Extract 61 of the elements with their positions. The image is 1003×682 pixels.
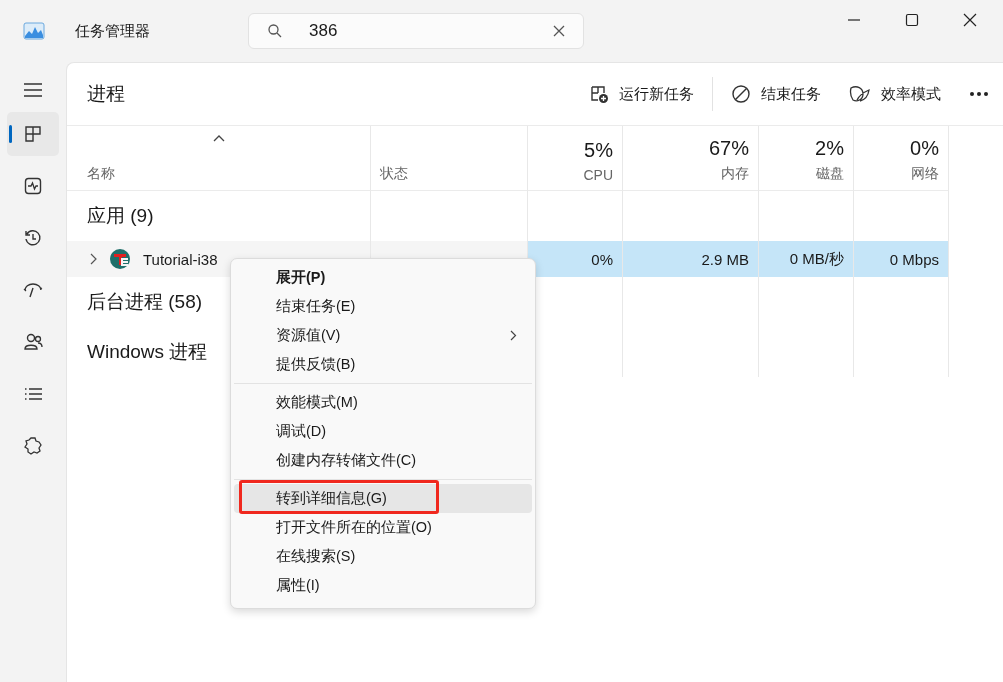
column-header[interactable]: 0% 网络 [854, 126, 949, 191]
clear-icon[interactable] [553, 25, 565, 37]
menu-item[interactable]: 打开文件所在的位置(O) [234, 513, 532, 542]
menu-item[interactable]: 效能模式(M) [234, 388, 532, 417]
column-header[interactable]: 5% CPU [528, 126, 623, 191]
column-label: 网络 [911, 165, 939, 183]
table-cell: 0% [528, 241, 623, 277]
users-icon [23, 332, 43, 352]
search-input[interactable]: 386 [307, 20, 529, 42]
maximize-button[interactable] [905, 13, 919, 27]
column-label: 磁盘 [816, 165, 844, 183]
process-name: Tutorial-i38 [143, 250, 218, 268]
search-field[interactable]: 386 [248, 13, 584, 49]
gear-icon [23, 436, 43, 456]
more-icon[interactable] [969, 91, 989, 97]
column-label: 内存 [721, 165, 749, 183]
leaf-icon [849, 84, 871, 104]
submenu-chevron-icon [510, 330, 517, 341]
page-title: 进程 [87, 82, 125, 106]
new-task-icon [589, 84, 609, 104]
menu-item[interactable]: 调试(D) [234, 417, 532, 446]
table-cell: 0 Mbps [854, 241, 949, 277]
table-cell: 2.9 MB [623, 241, 759, 277]
toolbar-button[interactable]: 结束任务 [717, 78, 835, 110]
group-heading: Windows 进程 [87, 340, 208, 364]
window-title: 任务管理器 [75, 21, 150, 41]
table-cell: 0 MB/秒 [759, 241, 854, 277]
usage-percent: 0% [910, 137, 939, 160]
column-label: 状态 [380, 165, 409, 183]
search-icon [267, 23, 283, 39]
toolbar-button[interactable]: 运行新任务 [575, 78, 708, 110]
pulse-icon [23, 176, 43, 196]
column-header[interactable]: 67% 内存 [623, 126, 759, 191]
column-header[interactable]: 名称 [67, 126, 371, 191]
column-label: CPU [583, 167, 613, 183]
close-button[interactable] [963, 13, 977, 27]
sort-caret-icon [212, 135, 225, 142]
app-logo-icon [23, 22, 45, 40]
menu-item[interactable]: 属性(I) [234, 571, 532, 600]
menu-item[interactable]: 提供反馈(B) [234, 350, 532, 379]
menu-item[interactable]: 在线搜索(S) [234, 542, 532, 571]
column-header[interactable]: 2% 磁盘 [759, 126, 854, 191]
gauge-icon [23, 280, 43, 300]
expand-chevron-icon[interactable] [89, 253, 97, 265]
group-heading: 应用 (9) [87, 204, 154, 228]
nav-item[interactable] [7, 112, 59, 156]
processes-icon [23, 124, 43, 144]
usage-percent: 2% [815, 137, 844, 160]
group-heading: 后台进程 (58) [87, 290, 203, 314]
toolbar-button[interactable]: 效率模式 [835, 78, 955, 110]
menu-item[interactable]: 结束任务(E) [234, 292, 532, 321]
app-icon [109, 248, 131, 270]
menu-item[interactable]: 创建内存转储文件(C) [234, 446, 532, 475]
column-header[interactable]: 状态 [371, 126, 528, 191]
usage-percent: 5% [584, 139, 613, 162]
menu-icon[interactable] [23, 82, 43, 98]
usage-percent: 67% [708, 137, 749, 160]
history-icon [23, 228, 43, 248]
menu-item[interactable]: 资源值(V) [234, 321, 532, 350]
block-icon [731, 84, 751, 104]
column-label: 名称 [87, 165, 116, 183]
